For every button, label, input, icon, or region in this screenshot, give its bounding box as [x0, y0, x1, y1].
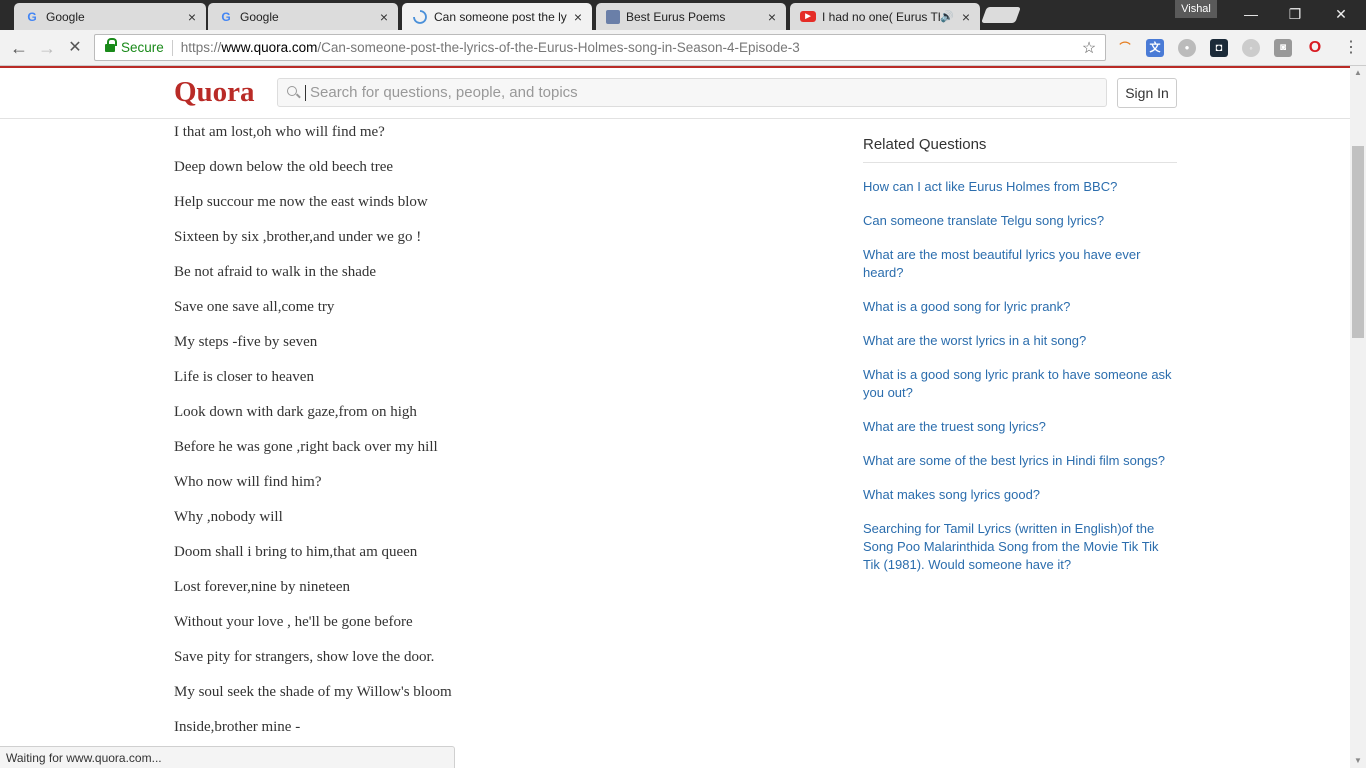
url-scheme: https:// — [180, 40, 222, 55]
tab-google-1[interactable]: G Google × — [14, 3, 206, 30]
lyric-line: Life is closer to heaven — [174, 369, 314, 385]
related-question-link[interactable]: What makes song lyrics good? — [863, 486, 1177, 504]
page-viewport: Quora Sign In I that am lost,oh who will… — [0, 66, 1366, 768]
back-button[interactable]: ← — [8, 37, 30, 59]
tab-title: Best Eurus Poems — [626, 9, 726, 24]
menu-icon[interactable]: ⋮ — [1343, 39, 1359, 57]
tab-quora[interactable]: Can someone post the ly × — [402, 3, 592, 30]
scroll-down-arrow-icon[interactable]: ▼ — [1350, 754, 1366, 768]
lyric-line: My soul seek the shade of my Willow's bl… — [174, 684, 452, 700]
lyric-line: Look down with dark gaze,from on high — [174, 404, 417, 420]
quora-logo[interactable]: Quora — [174, 76, 255, 109]
related-questions-panel: Related Questions How can I act like Eur… — [863, 136, 1177, 590]
divider — [171, 39, 173, 56]
status-bubble: Waiting for www.quora.com... — [0, 746, 455, 768]
translate-extension-icon[interactable]: 文 — [1146, 39, 1164, 57]
related-question-link[interactable]: What are some of the best lyrics in Hind… — [863, 452, 1177, 470]
related-question-link[interactable]: Can someone translate Telgu song lyrics? — [863, 212, 1177, 230]
lyric-line: Doom shall i bring to him,that am queen — [174, 544, 418, 560]
minimize-button[interactable]: — — [1228, 0, 1274, 28]
related-question-link[interactable]: What is a good song lyric prank to have … — [863, 366, 1177, 402]
dark-extension-icon[interactable]: ◘ — [1210, 39, 1228, 57]
url-host: www.quora.com — [221, 40, 318, 55]
site-header: Quora Sign In — [0, 68, 1350, 119]
audio-playing-icon[interactable]: 🔊 — [940, 10, 954, 23]
related-question-link[interactable]: What are the most beautiful lyrics you h… — [863, 246, 1177, 282]
page-scrollbar[interactable]: ▲ ▼ — [1350, 66, 1366, 768]
related-question-link[interactable]: What are the worst lyrics in a hit song? — [863, 332, 1177, 350]
lyric-line: Lost forever,nine by nineteen — [174, 579, 351, 595]
search-box[interactable] — [277, 78, 1107, 107]
search-icon — [287, 85, 301, 100]
tab-title: I had no one( Eurus Th — [822, 9, 940, 24]
related-question-link[interactable]: What are the truest song lyrics? — [863, 418, 1177, 436]
search-input[interactable] — [305, 84, 1106, 101]
close-tab-icon[interactable]: × — [570, 9, 586, 25]
bookmark-star-icon[interactable]: ☆ — [1079, 38, 1099, 58]
lyric-line: Help succour me now the east winds blow — [174, 194, 428, 210]
youtube-icon: ▶ — [800, 11, 816, 22]
loading-spinner-icon — [412, 9, 428, 25]
sign-in-button[interactable]: Sign In — [1117, 78, 1177, 108]
lyric-line: Be not afraid to walk in the shade — [174, 264, 377, 280]
related-question-link[interactable]: Searching for Tamil Lyrics (written in E… — [863, 520, 1177, 574]
tab-best-eurus-poems[interactable]: Best Eurus Poems × — [596, 3, 786, 30]
tab-title: Can someone post the ly — [434, 9, 567, 24]
tab-youtube[interactable]: ▶ I had no one( Eurus Th 🔊 × — [790, 3, 980, 30]
close-tab-icon[interactable]: × — [376, 9, 392, 25]
answer-lyrics: I that am lost,oh who will find me? Deep… — [174, 118, 774, 748]
lyric-line: Sixteen by six ,brother,and under we go … — [174, 229, 422, 245]
lyric-line: Deep down below the old beech tree — [174, 159, 394, 175]
lock-icon — [105, 38, 117, 53]
browser-toolbar: ← → ✕ Secure https://www.quora.com/Can-s… — [0, 30, 1366, 66]
url-text[interactable]: https://www.quora.com/Can-someone-post-t… — [181, 40, 1079, 55]
lyric-line: Inside,brother mine - — [174, 719, 301, 735]
google-icon: G — [221, 9, 231, 24]
secure-label: Secure — [121, 40, 164, 55]
lyric-line: Save one save all,come try — [174, 299, 335, 315]
lyric-line: Why ,nobody will — [174, 509, 283, 525]
lyric-line: I that am lost,oh who will find me? — [174, 124, 385, 140]
close-window-button[interactable]: ✕ — [1318, 0, 1364, 28]
stop-loading-button[interactable]: ✕ — [64, 37, 86, 59]
lyric-line: Before he was gone ,right back over my h… — [174, 439, 438, 455]
lyric-line: Who now will find him? — [174, 474, 322, 490]
close-tab-icon[interactable]: × — [764, 9, 780, 25]
tab-title: Google — [240, 9, 279, 24]
tab-title: Google — [46, 9, 85, 24]
opera-extension-icon[interactable]: O — [1306, 39, 1324, 57]
poems-site-icon — [606, 9, 620, 24]
tab-google-2[interactable]: G Google × — [208, 3, 398, 30]
lyric-line: My steps -five by seven — [174, 334, 318, 350]
scrollbar-thumb[interactable] — [1352, 146, 1364, 338]
tab-strip: G Google × G Google × Can someone post t… — [0, 0, 1366, 30]
gray-extension-icon[interactable]: ● — [1178, 39, 1196, 57]
forward-button[interactable]: → — [36, 37, 58, 59]
related-question-link[interactable]: What is a good song for lyric prank? — [863, 298, 1177, 316]
lyric-line: Without your love , he'll be gone before — [174, 614, 413, 630]
url-path: /Can-someone-post-the-lyrics-of-the-Euru… — [317, 40, 800, 55]
related-question-link[interactable]: How can I act like Eurus Holmes from BBC… — [863, 178, 1177, 196]
restore-button[interactable]: ❐ — [1272, 0, 1318, 28]
close-tab-icon[interactable]: × — [958, 9, 974, 25]
lyric-line: Save pity for strangers, show love the d… — [174, 649, 435, 665]
google-icon: G — [27, 9, 37, 24]
profile-button[interactable]: Vishal — [1175, 0, 1217, 18]
related-questions-heading: Related Questions — [863, 136, 1177, 163]
browser-window: G Google × G Google × Can someone post t… — [0, 0, 1366, 768]
rainbow-extension-icon[interactable]: ⌒ — [1116, 39, 1134, 57]
camera-extension-icon[interactable]: ◙ — [1274, 39, 1292, 57]
close-tab-icon[interactable]: × — [184, 9, 200, 25]
address-bar[interactable]: Secure https://www.quora.com/Can-someone… — [94, 34, 1106, 61]
scroll-up-arrow-icon[interactable]: ▲ — [1350, 66, 1366, 80]
new-tab-button[interactable] — [981, 7, 1021, 23]
disabled-extension-icon[interactable]: ◦ — [1242, 39, 1260, 57]
